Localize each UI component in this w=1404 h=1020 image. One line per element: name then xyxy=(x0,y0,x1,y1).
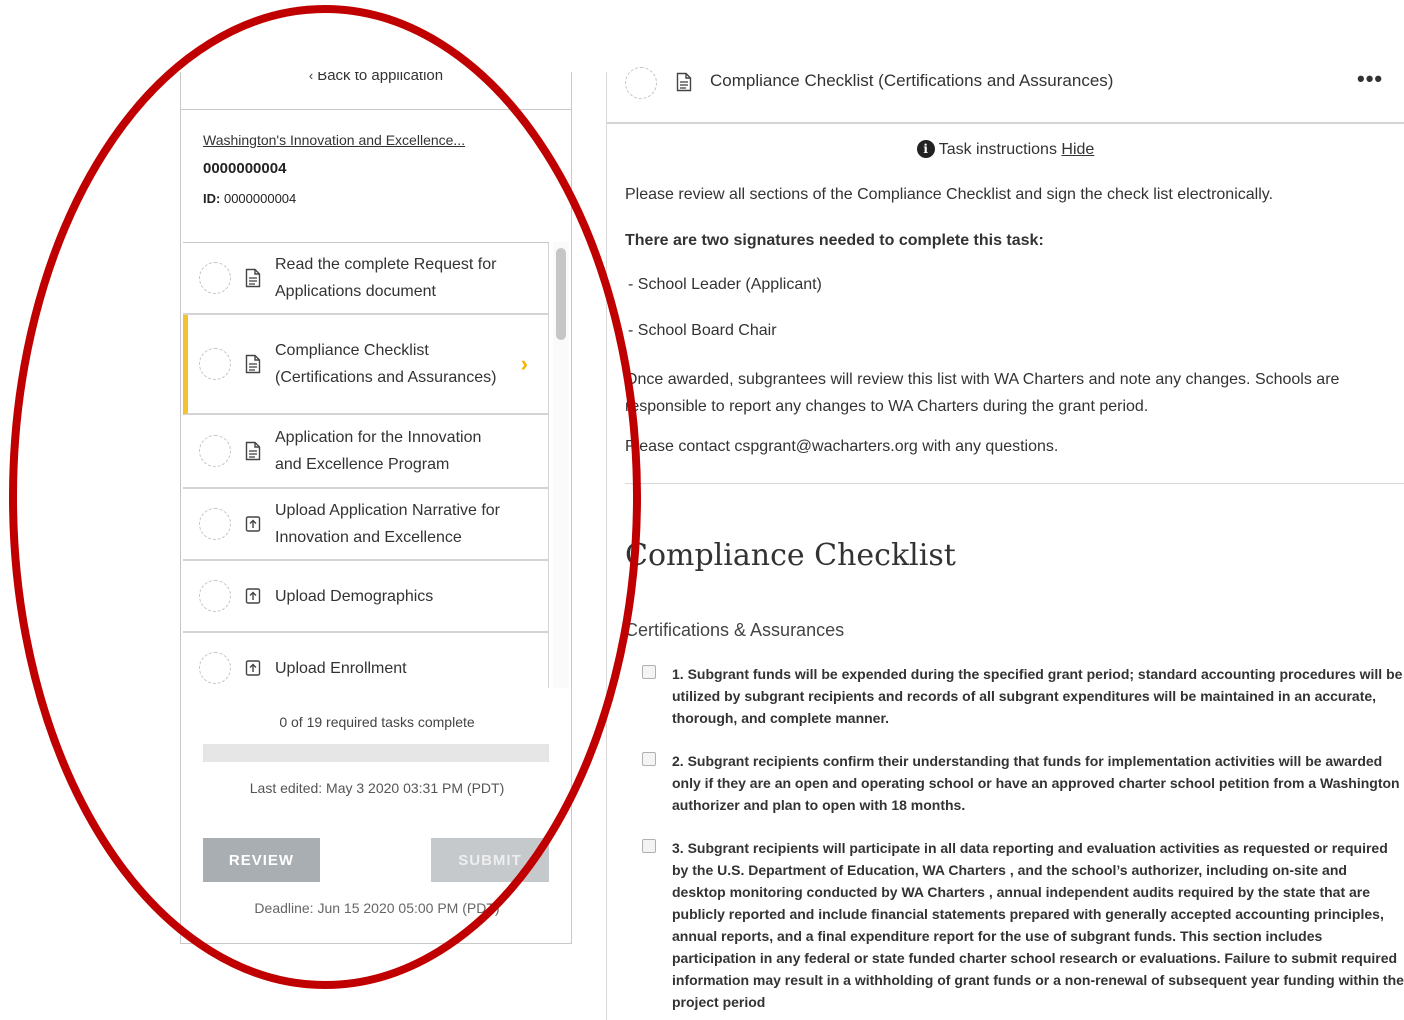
application-id: ID: 0000000004 xyxy=(203,191,297,206)
progress-text: 0 of 19 required tasks complete xyxy=(279,714,475,730)
checklist-checkbox[interactable] xyxy=(642,665,656,679)
more-options-icon[interactable]: ••• xyxy=(1357,66,1383,92)
task-item-label: Application for the Innovation and Excel… xyxy=(275,429,482,473)
task-header-title: Compliance Checklist (Certifications and… xyxy=(710,71,1114,90)
application-info: Washington's Innovation and Excellence..… xyxy=(203,132,543,206)
last-edited-text: Last edited: May 3 2020 03:31 PM (PDT) xyxy=(249,780,505,796)
hide-instructions-link[interactable]: Hide xyxy=(1061,141,1094,158)
document-icon xyxy=(245,268,261,288)
upload-icon xyxy=(245,660,261,676)
task-status-circle-icon xyxy=(199,508,231,540)
task-list: Read the complete Request for Applicatio… xyxy=(183,242,549,688)
checklist-item: 1. Subgrant funds will be expended durin… xyxy=(642,663,1404,729)
submit-button[interactable]: SUBMIT xyxy=(431,838,549,882)
task-status-circle-icon xyxy=(199,652,231,684)
chevron-left-icon: ‹ xyxy=(308,72,314,83)
checklist-item: 3. Subgrant recipients will participate … xyxy=(642,837,1404,1013)
panel-divider xyxy=(606,72,607,1020)
instructions-intro: Please review all sections of the Compli… xyxy=(625,186,1274,203)
task-item-label: Compliance Checklist (Certifications and… xyxy=(275,342,497,386)
task-instructions-toggle: i Task instructions Hide xyxy=(607,140,1404,159)
back-to-application-link[interactable]: ‹ Back to application xyxy=(181,72,571,110)
contact-text: Please contact cspgrant@wacharters.org w… xyxy=(625,438,1059,455)
signatures-heading: There are two signatures needed to compl… xyxy=(625,232,1044,249)
application-number: 0000000004 xyxy=(203,160,287,177)
document-icon xyxy=(245,441,261,461)
progress-bar xyxy=(203,744,549,762)
info-icon: i xyxy=(916,140,935,158)
document-icon xyxy=(676,72,692,92)
task-item[interactable]: Compliance Checklist (Certifications and… xyxy=(183,315,549,415)
chevron-right-icon: › xyxy=(520,351,528,376)
section-title: Compliance Checklist xyxy=(625,538,956,573)
task-status-circle-icon xyxy=(625,67,657,99)
upload-icon xyxy=(245,588,261,604)
task-status-circle-icon xyxy=(199,348,231,380)
task-status-circle-icon xyxy=(199,580,231,612)
checklist-text: 1. Subgrant funds will be expended durin… xyxy=(672,666,1403,726)
deadline-text: Deadline: Jun 15 2020 05:00 PM (PDT) xyxy=(254,900,500,916)
review-button[interactable]: REVIEW xyxy=(203,838,320,882)
task-item[interactable]: Upload Demographics xyxy=(183,561,549,633)
upload-icon xyxy=(245,516,261,532)
section-subtitle: Certifications & Assurances xyxy=(625,620,845,640)
section-divider xyxy=(625,483,1404,484)
task-item-label: Upload Application Narrative for Innovat… xyxy=(275,502,501,546)
awarded-text: Once awarded, subgrantees will review th… xyxy=(625,371,1340,415)
task-status-circle-icon xyxy=(199,435,231,467)
task-item-label: Upload Demographics xyxy=(275,587,434,605)
checklist-checkbox[interactable] xyxy=(642,839,656,853)
checklist-item: 2. Subgrant recipients confirm their und… xyxy=(642,750,1404,816)
task-item-label: Read the complete Request for Applicatio… xyxy=(275,256,497,300)
task-item[interactable]: Application for the Innovation and Excel… xyxy=(183,415,549,489)
application-name-link[interactable]: Washington's Innovation and Excellence..… xyxy=(203,132,483,148)
signature-item: - School Board Chair xyxy=(628,322,777,339)
checklist-text: 2. Subgrant recipients confirm their und… xyxy=(672,753,1400,813)
task-item[interactable]: Read the complete Request for Applicatio… xyxy=(183,243,549,315)
app-root: ‹ Back to application Washington's Innova… xyxy=(0,0,1404,1020)
task-status-circle-icon xyxy=(199,262,231,294)
task-item-label: Upload Enrollment xyxy=(275,659,407,677)
task-header: Compliance Checklist (Certifications and… xyxy=(607,56,1404,124)
task-item[interactable]: Upload Enrollment xyxy=(183,633,549,688)
document-icon xyxy=(245,354,261,374)
task-sidebar: ‹ Back to application Washington's Innova… xyxy=(180,72,572,944)
signature-item: - School Leader (Applicant) xyxy=(628,276,822,293)
task-item[interactable]: Upload Application Narrative for Innovat… xyxy=(183,489,549,561)
checklist-checkbox[interactable] xyxy=(642,752,656,766)
task-list-scrollbar[interactable] xyxy=(553,242,569,688)
checklist-text: 3. Subgrant recipients will participate … xyxy=(672,840,1404,1010)
scrollbar-thumb[interactable] xyxy=(556,248,566,340)
